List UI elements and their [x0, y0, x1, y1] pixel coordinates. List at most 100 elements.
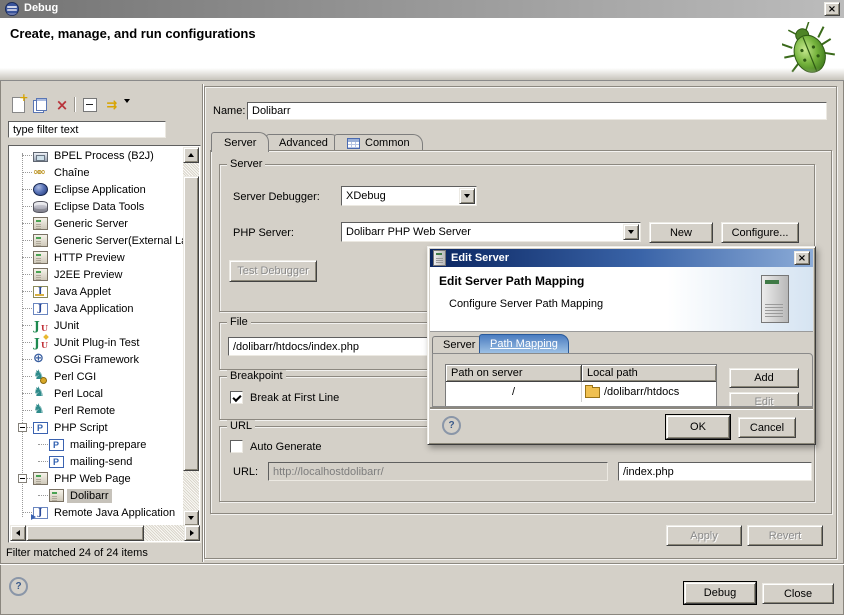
combo-dropdown-button[interactable]	[459, 188, 475, 204]
break-first-line-checkbox[interactable]	[230, 391, 243, 404]
tree-item-http-preview[interactable]: HTTP Preview	[9, 249, 183, 266]
collapse-expander-icon[interactable]	[18, 474, 27, 483]
edit-server-title: Edit Server	[451, 252, 509, 264]
debug-bug-icon	[782, 22, 836, 78]
apply-button[interactable]: Apply	[666, 525, 742, 546]
url-group-title: URL	[227, 420, 255, 432]
server-icon	[33, 234, 48, 247]
tab-common[interactable]: Common	[334, 134, 423, 151]
tree-item-perl-remote[interactable]: Perl Remote	[9, 402, 183, 419]
test-debugger-button[interactable]: Test Debugger	[229, 260, 317, 282]
php-server-combo[interactable]: Dolibarr PHP Web Server	[341, 222, 641, 242]
tree-item-eclipse-application[interactable]: Eclipse Application	[9, 181, 183, 198]
tree-item-generic-server[interactable]: Generic Server	[9, 215, 183, 232]
sash-divider[interactable]	[202, 84, 203, 562]
osgi-target-icon	[33, 353, 48, 367]
auto-generate-checkbox[interactable]	[230, 440, 243, 453]
filter-configurations-button[interactable]	[102, 96, 122, 114]
column-header-path-on-server[interactable]: Path on server	[446, 365, 582, 382]
tree-item-perl-local[interactable]: Perl Local	[9, 385, 183, 402]
combo-dropdown-button[interactable]	[623, 224, 639, 240]
window-titlebar[interactable]: Debug ×	[0, 0, 844, 18]
window-title: Debug	[24, 2, 58, 14]
help-button[interactable]: ?	[9, 577, 28, 596]
server-icon	[33, 251, 48, 264]
tree-item-generic-server-external[interactable]: Generic Server(External La	[9, 232, 183, 249]
edit-mapping-button[interactable]: Edit	[729, 392, 799, 407]
tree-vertical-scrollbar[interactable]	[183, 147, 199, 526]
new-server-button[interactable]: New	[649, 222, 713, 243]
column-header-local-path[interactable]: Local path	[582, 365, 716, 382]
tree-item-php-web-page[interactable]: PHP Web Page	[9, 470, 183, 487]
close-button[interactable]: Close	[762, 583, 834, 604]
tab-server[interactable]: Server	[211, 132, 269, 152]
scroll-right-button[interactable]	[184, 525, 200, 541]
tree-item-remote-java-application[interactable]: Remote Java Application	[9, 504, 183, 521]
edit-server-dialog: Edit Server × Edit Server Path Mapping C…	[427, 246, 816, 445]
arrow-up-icon	[188, 150, 194, 157]
url-file-input[interactable]	[618, 462, 812, 481]
server-tower-icon	[761, 275, 789, 323]
tree-item-dolibarr[interactable]: Dolibarr	[9, 487, 183, 504]
new-configuration-button[interactable]	[8, 96, 28, 114]
tree-item-perl-cgi[interactable]: Perl CGI	[9, 368, 183, 385]
remote-java-icon	[33, 507, 48, 519]
dialog-help-button[interactable]: ?	[442, 416, 461, 435]
filter-input[interactable]	[8, 121, 166, 138]
edit-server-header: Edit Server Path Mapping Configure Serve…	[430, 267, 813, 332]
name-label: Name:	[213, 105, 245, 117]
filter-menu-dropdown[interactable]	[124, 103, 130, 115]
duplicate-configuration-button[interactable]	[30, 96, 50, 114]
tree-item-java-applet[interactable]: Java Applet	[9, 283, 183, 300]
tree-item-mailing-send[interactable]: mailing-send	[9, 453, 183, 470]
cancel-button[interactable]: Cancel	[738, 417, 796, 438]
tree-horizontal-scrollbar[interactable]	[10, 525, 200, 541]
break-first-line-label: Break at First Line	[250, 392, 339, 404]
configure-server-button[interactable]: Configure...	[721, 222, 799, 243]
tree-item-j2ee-preview[interactable]: J2EE Preview	[9, 266, 183, 283]
name-input[interactable]	[247, 102, 827, 120]
page-title: Create, manage, and run configurations	[10, 26, 256, 41]
dialog-tab-path-mapping[interactable]: Path Mapping	[479, 334, 569, 353]
collapse-expander-icon[interactable]	[18, 423, 27, 432]
tree-item-chaine[interactable]: Chaîne	[9, 164, 183, 181]
tree-item-mailing-prepare[interactable]: mailing-prepare	[9, 436, 183, 453]
tree-item-junit[interactable]: JUnit	[9, 317, 183, 334]
collapse-all-button[interactable]	[80, 96, 100, 114]
toolbar-separator	[74, 97, 75, 112]
vertical-scroll-thumb[interactable]	[183, 176, 199, 471]
scroll-up-button[interactable]	[183, 147, 199, 163]
tree-item-php-script[interactable]: PHP Script	[9, 419, 183, 436]
edit-server-titlebar[interactable]: Edit Server ×	[430, 249, 813, 267]
horizontal-scroll-thumb[interactable]	[26, 525, 144, 541]
php-icon	[49, 439, 64, 451]
php-icon	[49, 456, 64, 468]
revert-button[interactable]: Revert	[747, 525, 823, 546]
edit-server-subheading: Configure Server Path Mapping	[449, 298, 603, 310]
table-cell-local-path[interactable]: /dolibarr/htdocs	[582, 382, 716, 402]
window-close-button[interactable]: ×	[824, 2, 840, 16]
tree-item-junit-plugin-test[interactable]: JUnit Plug-in Test	[9, 334, 183, 351]
server-debugger-label: Server Debugger:	[233, 191, 320, 203]
scroll-down-button[interactable]	[183, 510, 199, 526]
server-icon	[33, 472, 48, 485]
ok-button[interactable]: OK	[666, 415, 730, 439]
tree-item-java-application[interactable]: Java Application	[9, 300, 183, 317]
edit-server-close-button[interactable]: ×	[794, 251, 810, 265]
tree-item-eclipse-data-tools[interactable]: Eclipse Data Tools	[9, 198, 183, 215]
server-debugger-combo[interactable]: XDebug	[341, 186, 477, 206]
filter-icon	[107, 98, 118, 113]
server-icon	[433, 250, 446, 266]
configuration-tree[interactable]: BPEL Process (B2J) Chaîne Eclipse Applic…	[8, 145, 201, 543]
delete-configuration-button[interactable]	[52, 96, 72, 114]
tree-item-bpel-process[interactable]: BPEL Process (B2J)	[9, 147, 183, 164]
table-cell-path[interactable]: /	[446, 382, 582, 402]
file-group-title: File	[227, 316, 251, 328]
chevron-down-icon	[464, 194, 470, 201]
tree-item-osgi-framework[interactable]: OSGi Framework	[9, 351, 183, 368]
add-mapping-button[interactable]: Add	[729, 368, 799, 388]
path-mapping-table[interactable]: Path on server Local path / /dolibarr/ht…	[445, 364, 717, 407]
tab-advanced[interactable]: Advanced	[266, 134, 341, 151]
scroll-left-button[interactable]	[10, 525, 26, 541]
debug-button[interactable]: Debug	[684, 582, 756, 604]
